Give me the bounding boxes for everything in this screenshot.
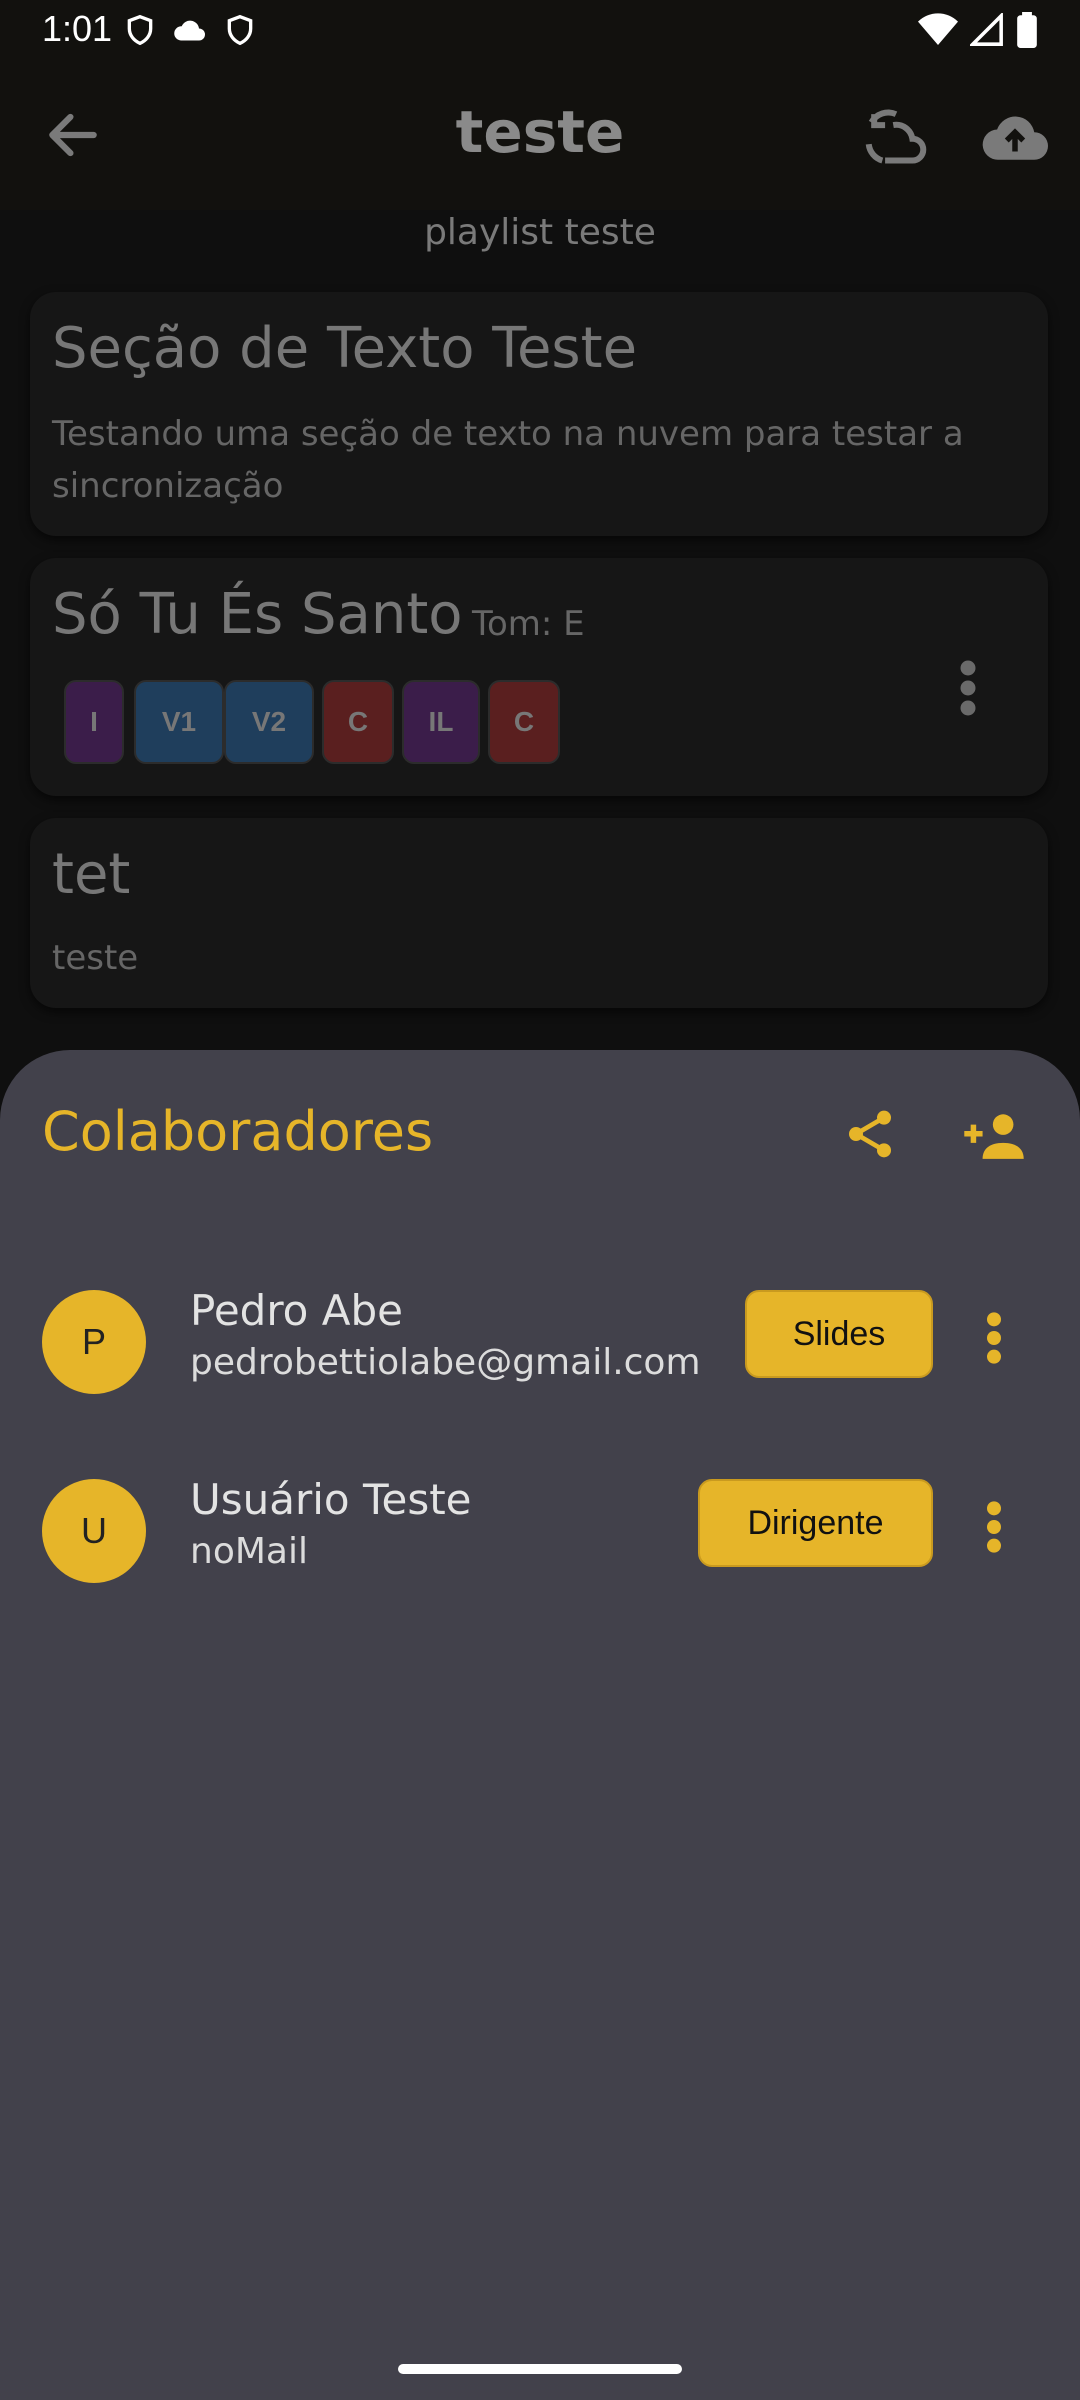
section-chip: IL — [402, 680, 480, 764]
home-indicator[interactable] — [398, 2364, 682, 2374]
avatar: P — [42, 1290, 146, 1394]
shield-icon — [227, 14, 253, 46]
sheet-title: Colaboradores — [42, 1100, 434, 1163]
role-button[interactable]: Dirigente — [698, 1479, 933, 1567]
collaborator-name: Pedro Abe — [190, 1286, 403, 1335]
cloud-upload-icon[interactable] — [982, 110, 1048, 160]
card-title: Seção de Texto Teste — [52, 316, 638, 381]
collaborators-sheet: Colaboradores P Pedro Abe pedrobettiolab… — [0, 1050, 1080, 2400]
card-title: tet — [52, 842, 131, 907]
playlist-subtitle: playlist teste — [424, 212, 656, 253]
song-card[interactable]: Só Tu És Santo Tom: E I V1 V2 C IL C — [30, 558, 1048, 796]
collaborator-row: P Pedro Abe pedrobettiolabe@gmail.com Sl… — [0, 1276, 1080, 1406]
text-section-card[interactable]: tet teste — [30, 818, 1048, 1008]
add-person-icon[interactable] — [962, 1112, 1026, 1160]
wifi-icon — [918, 13, 958, 45]
share-icon[interactable] — [842, 1106, 898, 1162]
collaborator-email: pedrobettiolabe@gmail.com — [190, 1342, 701, 1383]
section-chip: C — [322, 680, 394, 764]
status-time: 1:01 — [42, 8, 113, 49]
song-title: Só Tu És Santo — [52, 582, 463, 647]
shield-icon — [127, 14, 153, 46]
collaborator-name: Usuário Teste — [190, 1475, 472, 1524]
app-bar: teste — [0, 60, 1080, 210]
section-chip: C — [488, 680, 560, 764]
song-key: Tom: E — [472, 604, 585, 644]
more-vert-icon[interactable] — [984, 1499, 1004, 1555]
status-bar: 1:01 — [0, 0, 1080, 60]
section-chip: V2 — [224, 680, 314, 764]
section-chip: I — [64, 680, 124, 764]
card-text: teste — [52, 938, 139, 978]
card-text: Testando uma seção de texto na nuvem par… — [52, 414, 964, 506]
cloud-sync-icon[interactable] — [862, 106, 930, 166]
cloud-icon — [174, 20, 205, 41]
battery-icon — [1017, 12, 1037, 48]
song-structure: I V1 V2 C IL C — [64, 680, 560, 764]
collaborator-row: U Usuário Teste noMail Dirigente — [0, 1465, 1080, 1595]
signal-icon — [970, 13, 1003, 46]
avatar: U — [42, 1479, 146, 1583]
collaborator-email: noMail — [190, 1531, 308, 1572]
more-vert-icon[interactable] — [984, 1310, 1004, 1366]
more-vert-icon[interactable] — [958, 658, 978, 718]
text-section-card[interactable]: Seção de Texto Teste Testando uma seção … — [30, 292, 1048, 536]
role-button[interactable]: Slides — [745, 1290, 933, 1378]
section-chip: V1 — [134, 680, 224, 764]
